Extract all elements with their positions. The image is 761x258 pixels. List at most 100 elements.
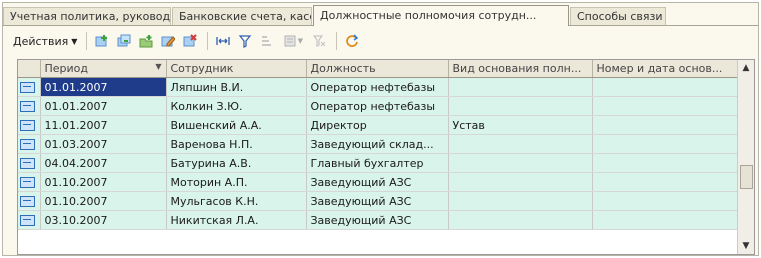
refresh-button[interactable] [342, 31, 362, 51]
cell-number[interactable] [592, 210, 741, 230]
cell-period[interactable]: 01.10.2007 [40, 191, 167, 211]
add-group-icon [139, 35, 153, 48]
cell-basis[interactable] [448, 172, 593, 192]
cell-period[interactable]: 01.10.2007 [40, 172, 167, 192]
cell-period[interactable]: 11.01.2007 [40, 115, 167, 135]
record-icon [20, 120, 35, 131]
table-row[interactable]: 01.10.2007 Моторин А.П. Заведующий АЗС [18, 172, 741, 192]
copy-icon [117, 34, 131, 47]
table-row[interactable]: 01.01.2007 Ляпшин В.И. Оператор нефтебазы [18, 77, 741, 97]
cell-period[interactable]: 01.03.2007 [40, 134, 167, 154]
cell-position[interactable]: Главный бухгалтер [306, 153, 449, 173]
sort-icon [262, 36, 272, 46]
row-icon-cell[interactable] [18, 210, 41, 230]
cell-number[interactable] [592, 115, 741, 135]
column-header-employee[interactable]: Сотрудник [166, 60, 307, 78]
toolbar-divider [207, 32, 209, 50]
cell-position[interactable]: Заведующий АЗС [306, 172, 449, 192]
tab-employee-authority[interactable]: Должностные полномочия сотрудн... [313, 5, 569, 26]
toolbar-divider [336, 32, 338, 50]
cell-position[interactable]: Заведующий АЗС [306, 210, 449, 230]
delete-button[interactable] [180, 31, 200, 51]
cell-number[interactable] [592, 153, 741, 173]
cell-basis[interactable] [448, 96, 593, 116]
form-panel: Учетная политика, руководители Банковски… [2, 2, 759, 256]
record-icon [20, 101, 35, 112]
chevron-down-icon: ▼ [297, 37, 304, 45]
record-icon [20, 158, 35, 169]
add-group-button[interactable] [136, 31, 156, 51]
cell-position[interactable]: Оператор нефтебазы [306, 96, 449, 116]
table-row[interactable]: 01.10.2007 Мульгасов К.Н. Заведующий АЗС [18, 191, 741, 211]
actions-menu-button[interactable]: Действия ▼ [9, 31, 81, 51]
vertical-scrollbar[interactable]: ▲ ▼ [737, 60, 754, 254]
column-header-number[interactable]: Номер и дата основ... [592, 60, 741, 78]
cell-employee[interactable]: Ляпшин В.И. [166, 77, 307, 97]
edit-button[interactable] [158, 31, 178, 51]
row-icon-cell[interactable] [18, 191, 41, 211]
edit-icon [161, 36, 176, 47]
cell-number[interactable] [592, 172, 741, 192]
add-button[interactable] [92, 31, 112, 51]
filter-button[interactable] [235, 31, 255, 51]
cell-employee[interactable]: Батурина А.В. [166, 153, 307, 173]
cell-basis[interactable] [448, 191, 593, 211]
add-icon [95, 35, 108, 47]
cell-employee[interactable]: Варенова Н.П. [166, 134, 307, 154]
tab-contact-methods[interactable]: Способы связи [570, 7, 666, 25]
sort-desc-icon: ▼ [155, 62, 162, 71]
cell-basis[interactable] [448, 77, 593, 97]
cell-period[interactable]: 04.04.2007 [40, 153, 167, 173]
scrollbar-thumb[interactable] [740, 165, 753, 189]
sort-button[interactable] [257, 31, 277, 51]
row-icon-cell[interactable] [18, 115, 41, 135]
cell-basis[interactable] [448, 210, 593, 230]
cell-employee[interactable]: Никитская Л.А. [166, 210, 307, 230]
table-row[interactable]: 01.03.2007 Варенова Н.П. Заведующий склад.… [18, 134, 741, 154]
cell-period[interactable]: 01.01.2007 [40, 96, 167, 116]
row-icon-cell[interactable] [18, 134, 41, 154]
column-header-position[interactable]: Должность [306, 60, 449, 78]
cell-position[interactable]: Оператор нефтебазы [306, 77, 449, 97]
select-button[interactable] [213, 31, 233, 51]
cell-position[interactable]: Заведующий склад... [306, 134, 449, 154]
tab-bar: Учетная политика, руководители Банковски… [3, 3, 758, 26]
tab-bank-accounts[interactable]: Банковские счета, касса [172, 7, 312, 25]
record-icon [20, 177, 35, 188]
table-row[interactable]: 01.01.2007 Колкин З.Ю. Оператор нефтебазы [18, 96, 741, 116]
cell-number[interactable] [592, 134, 741, 154]
cell-period[interactable]: 03.10.2007 [40, 210, 167, 230]
column-header-basis[interactable]: Вид основания полн... [448, 60, 593, 78]
cell-employee[interactable]: Вишенский А.А. [166, 115, 307, 135]
tab-accounting-policy[interactable]: Учетная политика, руководители [3, 7, 171, 25]
cell-employee[interactable]: Моторин А.П. [166, 172, 307, 192]
column-header-period[interactable]: Период ▼ [40, 60, 167, 78]
cell-position[interactable]: Директор [306, 115, 449, 135]
cell-basis[interactable]: Устав [448, 115, 593, 135]
cell-position[interactable]: Заведующий АЗС [306, 191, 449, 211]
table-row[interactable]: 11.01.2007 Вишенский А.А. Директор Устав [18, 115, 741, 135]
cell-number[interactable] [592, 77, 741, 97]
row-icon-cell[interactable] [18, 153, 41, 173]
cell-employee[interactable]: Колкин З.Ю. [166, 96, 307, 116]
cell-number[interactable] [592, 191, 741, 211]
cell-period[interactable]: 01.01.2007 [40, 77, 167, 97]
row-icon-cell[interactable] [18, 96, 41, 116]
data-table: Период ▼ Сотрудник Должность Вид основани… [18, 60, 741, 230]
scroll-down-icon[interactable]: ▼ [738, 238, 754, 254]
cell-number[interactable] [592, 96, 741, 116]
cell-basis[interactable] [448, 134, 593, 154]
copy-button[interactable] [114, 31, 134, 51]
authority-table: Период ▼ Сотрудник Должность Вид основани… [17, 59, 755, 255]
actions-label: Действия [13, 34, 69, 48]
filter-dropdown-button[interactable]: ▼ [279, 31, 307, 51]
clear-filter-button[interactable] [309, 31, 329, 51]
cell-employee[interactable]: Мульгасов К.Н. [166, 191, 307, 211]
table-row[interactable]: 03.10.2007 Никитская Л.А. Заведующий АЗС [18, 210, 741, 230]
clear-filter-icon [313, 35, 326, 47]
row-icon-cell[interactable] [18, 77, 41, 97]
table-row[interactable]: 04.04.2007 Батурина А.В. Главный бухгалтер [18, 153, 741, 173]
row-icon-cell[interactable] [18, 172, 41, 192]
scroll-up-icon[interactable]: ▲ [738, 60, 754, 76]
cell-basis[interactable] [448, 153, 593, 173]
